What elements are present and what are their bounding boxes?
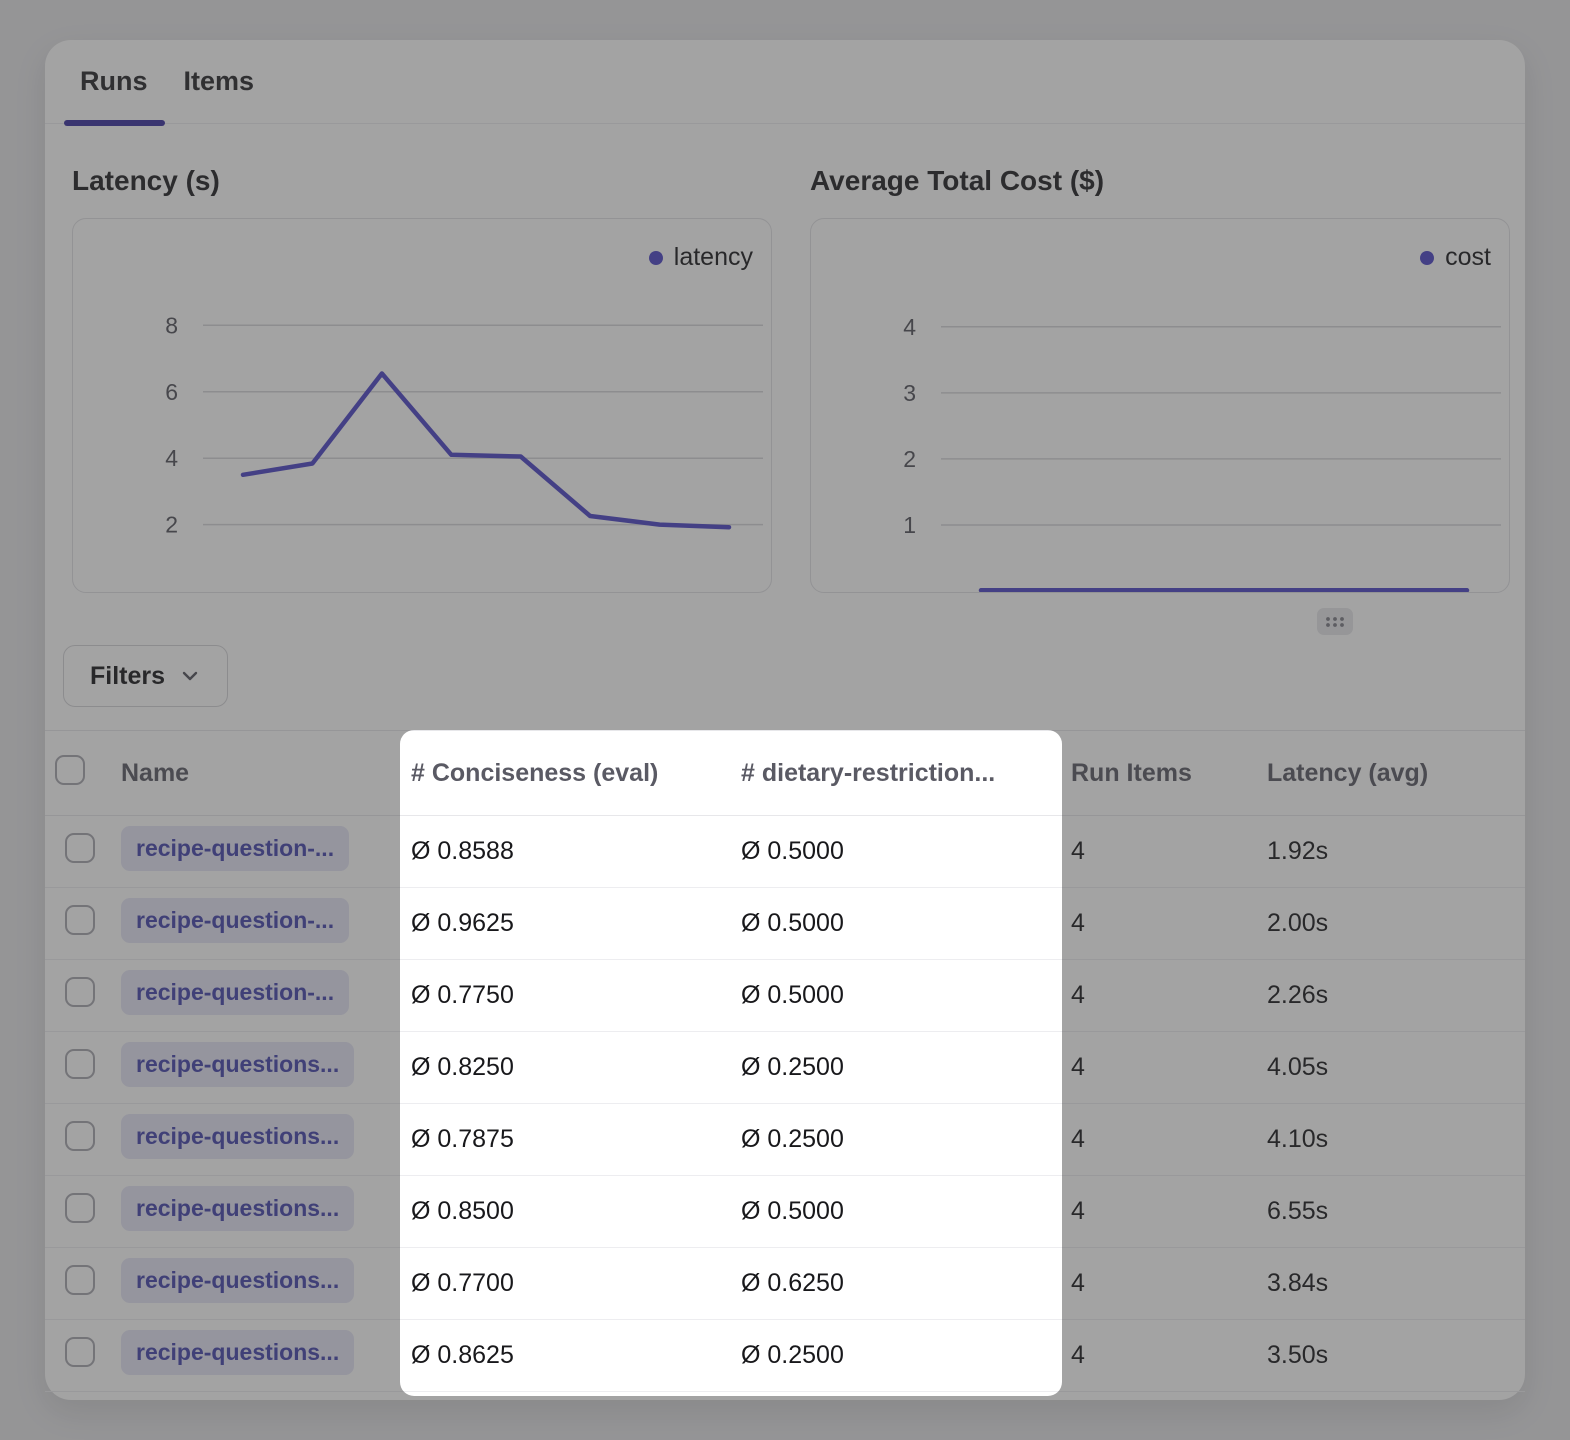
filters-button-label: Filters xyxy=(90,662,165,691)
conciseness-cell: Ø 0.8625 xyxy=(401,1341,731,1370)
dietary-cell: Ø 0.5000 xyxy=(731,837,1061,866)
run-name-badge[interactable]: recipe-question-... xyxy=(121,970,349,1015)
tab-bar: Runs Items xyxy=(45,40,1525,124)
legend-label: cost xyxy=(1445,243,1491,272)
run-name-badge[interactable]: recipe-question-... xyxy=(121,826,349,871)
row-checkbox[interactable] xyxy=(65,1121,95,1151)
conciseness-cell: Ø 0.9625 xyxy=(401,909,731,938)
table-row[interactable]: recipe-questions... Ø 0.8500 Ø 0.5000 4 … xyxy=(45,1176,1525,1248)
legend-label: latency xyxy=(674,243,753,272)
latency-chart: 2 4 6 8 latency xyxy=(72,218,772,593)
drag-handle-icon[interactable] xyxy=(1317,608,1353,635)
run-name-badge[interactable]: recipe-questions... xyxy=(121,1114,354,1159)
run-items-cell: 4 xyxy=(1061,1197,1257,1226)
dietary-cell: Ø 0.2500 xyxy=(731,1341,1061,1370)
table-row[interactable]: recipe-question-... Ø 0.8588 Ø 0.5000 4 … xyxy=(45,816,1525,888)
row-checkbox[interactable] xyxy=(65,977,95,1007)
row-checkbox[interactable] xyxy=(65,1265,95,1295)
run-name-badge[interactable]: recipe-questions... xyxy=(121,1330,354,1375)
chevron-down-icon xyxy=(179,665,201,687)
row-checkbox[interactable] xyxy=(65,1337,95,1367)
latency-chart-title: Latency (s) xyxy=(72,165,772,201)
svg-text:2: 2 xyxy=(165,512,178,538)
runs-table: Name # Conciseness (eval) # dietary-rest… xyxy=(45,730,1525,1392)
conciseness-cell: Ø 0.8588 xyxy=(401,837,731,866)
conciseness-cell: Ø 0.8250 xyxy=(401,1053,731,1082)
legend-dot xyxy=(649,251,663,265)
table-row[interactable]: recipe-questions... Ø 0.8625 Ø 0.2500 4 … xyxy=(45,1320,1525,1392)
cost-chart-title: Average Total Cost ($) xyxy=(810,165,1510,201)
latency-cell: 4.10s xyxy=(1257,1125,1525,1154)
conciseness-cell: Ø 0.7750 xyxy=(401,981,731,1010)
run-items-cell: 4 xyxy=(1061,981,1257,1010)
column-header-conciseness: # Conciseness (eval) xyxy=(401,759,731,788)
svg-text:8: 8 xyxy=(165,312,178,338)
run-items-cell: 4 xyxy=(1061,909,1257,938)
svg-text:4: 4 xyxy=(165,445,178,471)
row-checkbox[interactable] xyxy=(65,1049,95,1079)
svg-text:1: 1 xyxy=(903,512,916,538)
run-items-cell: 4 xyxy=(1061,837,1257,866)
charts-section: Latency (s) 2 4 6 8 latency Average Total C… xyxy=(72,165,1510,593)
latency-cell: 3.50s xyxy=(1257,1341,1525,1370)
table-header-row: Name # Conciseness (eval) # dietary-rest… xyxy=(45,730,1525,816)
table-row[interactable]: recipe-questions... Ø 0.7700 Ø 0.6250 4 … xyxy=(45,1248,1525,1320)
svg-text:3: 3 xyxy=(903,380,916,406)
conciseness-cell: Ø 0.8500 xyxy=(401,1197,731,1226)
column-header-name: Name xyxy=(111,759,401,788)
latency-chart-block: Latency (s) 2 4 6 8 latency xyxy=(72,165,772,593)
latency-cell: 1.92s xyxy=(1257,837,1525,866)
select-all-checkbox[interactable] xyxy=(55,755,85,785)
run-items-cell: 4 xyxy=(1061,1053,1257,1082)
svg-text:6: 6 xyxy=(165,379,178,405)
dietary-cell: Ø 0.2500 xyxy=(731,1125,1061,1154)
tab-items[interactable]: Items xyxy=(184,66,255,123)
legend-dot xyxy=(1420,251,1434,265)
run-name-badge[interactable]: recipe-questions... xyxy=(121,1042,354,1087)
table-row[interactable]: recipe-questions... Ø 0.8250 Ø 0.2500 4 … xyxy=(45,1032,1525,1104)
column-header-latency-avg: Latency (avg) xyxy=(1257,759,1525,788)
table-row[interactable]: recipe-questions... Ø 0.7875 Ø 0.2500 4 … xyxy=(45,1104,1525,1176)
column-header-dietary-restriction: # dietary-restriction... xyxy=(731,759,1061,788)
cost-legend: cost xyxy=(1420,243,1491,272)
cost-line-chart: 1 2 3 4 xyxy=(811,219,1510,593)
table-row[interactable]: recipe-question-... Ø 0.9625 Ø 0.5000 4 … xyxy=(45,888,1525,960)
latency-cell: 6.55s xyxy=(1257,1197,1525,1226)
run-name-badge[interactable]: recipe-question-... xyxy=(121,898,349,943)
svg-text:4: 4 xyxy=(903,314,916,340)
runs-panel: Runs Items Latency (s) 2 4 6 8 latency Aver… xyxy=(45,40,1525,1400)
run-name-badge[interactable]: recipe-questions... xyxy=(121,1258,354,1303)
latency-cell: 3.84s xyxy=(1257,1269,1525,1298)
dietary-cell: Ø 0.5000 xyxy=(731,981,1061,1010)
run-items-cell: 4 xyxy=(1061,1125,1257,1154)
cost-chart: 1 2 3 4 cost xyxy=(810,218,1510,593)
row-checkbox[interactable] xyxy=(65,905,95,935)
latency-cell: 4.05s xyxy=(1257,1053,1525,1082)
run-name-badge[interactable]: recipe-questions... xyxy=(121,1186,354,1231)
column-header-run-items: Run Items xyxy=(1061,759,1257,788)
run-items-cell: 4 xyxy=(1061,1341,1257,1370)
row-checkbox[interactable] xyxy=(65,1193,95,1223)
dietary-cell: Ø 0.2500 xyxy=(731,1053,1061,1082)
cost-chart-block: Average Total Cost ($) 1 2 3 4 cost xyxy=(810,165,1510,593)
latency-line-chart: 2 4 6 8 xyxy=(73,219,772,593)
latency-cell: 2.00s xyxy=(1257,909,1525,938)
conciseness-cell: Ø 0.7875 xyxy=(401,1125,731,1154)
dietary-cell: Ø 0.5000 xyxy=(731,1197,1061,1226)
svg-text:2: 2 xyxy=(903,446,916,472)
tab-runs[interactable]: Runs xyxy=(80,66,148,123)
run-items-cell: 4 xyxy=(1061,1269,1257,1298)
table-row[interactable]: recipe-question-... Ø 0.7750 Ø 0.5000 4 … xyxy=(45,960,1525,1032)
latency-legend: latency xyxy=(649,243,753,272)
filters-button[interactable]: Filters xyxy=(63,645,228,707)
row-checkbox[interactable] xyxy=(65,833,95,863)
conciseness-cell: Ø 0.7700 xyxy=(401,1269,731,1298)
dietary-cell: Ø 0.6250 xyxy=(731,1269,1061,1298)
dietary-cell: Ø 0.5000 xyxy=(731,909,1061,938)
page: { "tabs": [ { "label": "Runs", "active":… xyxy=(0,0,1570,1440)
latency-cell: 2.26s xyxy=(1257,981,1525,1010)
